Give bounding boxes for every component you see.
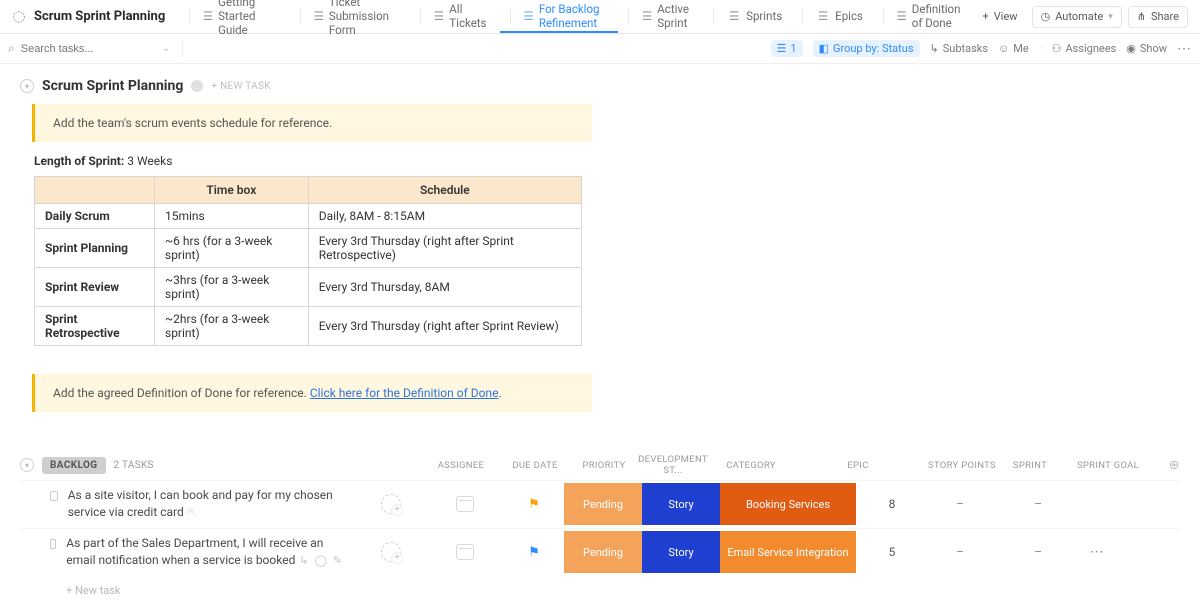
list-icon: ☰ bbox=[816, 9, 830, 23]
tab-active-sprint[interactable]: ☰Active Sprint bbox=[618, 0, 703, 33]
doc-icon: ☰ bbox=[434, 9, 445, 23]
col-sp[interactable]: STORY POINTS bbox=[926, 460, 998, 471]
category-tag[interactable]: Story bbox=[642, 531, 720, 573]
dev-status-tag[interactable]: Pending bbox=[564, 531, 642, 573]
subtask-icon[interactable]: ↳ bbox=[299, 554, 308, 567]
person-icon: ☺ bbox=[998, 42, 1009, 55]
settings-gear-icon[interactable] bbox=[10, 8, 28, 26]
list-icon: ☰ bbox=[727, 9, 741, 23]
tab-getting-started-guide[interactable]: ☰Getting Started Guide bbox=[179, 0, 290, 33]
col-epic[interactable]: EPIC bbox=[790, 460, 926, 471]
tab-sprints[interactable]: ☰Sprints bbox=[703, 0, 792, 33]
share-icon: ⋔ bbox=[1137, 10, 1146, 23]
collapse-list-icon[interactable]: ▾ bbox=[20, 79, 34, 93]
form-icon: ☰ bbox=[314, 9, 324, 23]
search-input[interactable] bbox=[21, 43, 131, 55]
subtasks-toggle[interactable]: ↳Subtasks bbox=[930, 42, 989, 55]
filter-pill[interactable]: ☰ 1 bbox=[771, 40, 803, 57]
checkbox[interactable] bbox=[50, 491, 58, 501]
callout-schedule: Add the team's scrum events schedule for… bbox=[32, 104, 592, 142]
sprint-cell[interactable]: – bbox=[928, 531, 992, 573]
epic-tag[interactable]: Email Service Integration bbox=[720, 531, 856, 573]
priority-flag-icon[interactable]: ⚑ bbox=[528, 545, 540, 560]
checkbox[interactable] bbox=[50, 539, 56, 549]
add-column-icon[interactable]: ⊕ bbox=[1154, 458, 1180, 473]
dev-status-tag[interactable]: Pending bbox=[564, 483, 642, 525]
groupby-pill[interactable]: ◧ Group by: Status bbox=[813, 40, 920, 57]
collapse-group-icon[interactable]: ▾ bbox=[20, 458, 34, 472]
add-view-button[interactable]: +View bbox=[975, 6, 1026, 28]
task-count: 2 TASKS bbox=[114, 460, 154, 471]
sprint-goal-cell[interactable]: – bbox=[992, 531, 1084, 573]
tab-definition-of-done[interactable]: ☰Definition of Done bbox=[873, 0, 975, 33]
sprint-length: Length of Sprint: 3 Weeks bbox=[34, 154, 1180, 168]
category-tag[interactable]: Story bbox=[642, 483, 720, 525]
tab-all-tickets[interactable]: ☰All Tickets bbox=[410, 0, 500, 33]
col-assignee[interactable]: ASSIGNEE bbox=[426, 460, 496, 471]
people-icon: ⚇ bbox=[1052, 42, 1062, 55]
new-task-top-button[interactable]: + NEW TASK bbox=[211, 81, 270, 92]
story-points[interactable]: 8 bbox=[856, 483, 928, 525]
show-toggle[interactable]: ◉Show bbox=[1126, 42, 1167, 55]
tab-ticket-submission-form[interactable]: ☰Ticket Submission Form bbox=[290, 0, 410, 33]
tag-icon[interactable]: ◯ bbox=[315, 554, 327, 567]
open-icon[interactable]: ⇱ bbox=[188, 506, 197, 519]
page-title: Scrum Sprint Planning bbox=[32, 9, 173, 24]
sprint-cell[interactable]: – bbox=[928, 483, 992, 525]
doc-icon: ☰ bbox=[896, 9, 906, 23]
automate-button[interactable]: ◷ Automate ▾ bbox=[1032, 6, 1122, 28]
epic-tag[interactable]: Booking Services bbox=[720, 483, 856, 525]
group-badge[interactable]: BACKLOG bbox=[42, 457, 106, 474]
doc-icon: ☰ bbox=[203, 9, 213, 23]
task-row[interactable]: As a site visitor, I can book and pay fo… bbox=[20, 480, 1180, 528]
share-button[interactable]: ⋔ Share bbox=[1128, 6, 1188, 28]
assignee-placeholder-icon[interactable] bbox=[381, 494, 401, 514]
eye-icon: ◉ bbox=[1126, 42, 1136, 55]
col-due[interactable]: DUE DATE bbox=[496, 460, 574, 471]
list-icon: ☰ bbox=[524, 9, 534, 23]
tab-for-backlog-refinement[interactable]: ☰For Backlog Refinement bbox=[500, 0, 618, 33]
me-filter[interactable]: ☺Me bbox=[998, 42, 1029, 55]
col-prio[interactable]: PRIORITY bbox=[574, 460, 634, 471]
events-table: Time boxSchedule Daily Scrum15minsDaily,… bbox=[34, 176, 582, 346]
search-chevron-icon[interactable]: ⌄ bbox=[162, 43, 170, 54]
col-goal[interactable]: SPRINT GOAL bbox=[1062, 460, 1154, 471]
task-name[interactable]: As part of the Sales Department, I will … bbox=[66, 536, 323, 567]
new-task-bottom-button[interactable]: + New task bbox=[20, 576, 1180, 605]
sprint-goal-cell[interactable]: – bbox=[992, 483, 1084, 525]
duedate-placeholder-icon[interactable] bbox=[456, 544, 474, 560]
story-points[interactable]: 5 bbox=[856, 531, 928, 573]
priority-flag-icon[interactable]: ⚑ bbox=[528, 497, 540, 512]
assignees-filter[interactable]: ⚇Assignees bbox=[1052, 42, 1117, 55]
dod-link[interactable]: Click here for the Definition of Done bbox=[310, 386, 499, 400]
subtasks-icon: ↳ bbox=[930, 42, 939, 55]
automate-icon: ◷ bbox=[1041, 10, 1051, 23]
info-icon[interactable] bbox=[191, 80, 203, 92]
edit-icon[interactable]: ✎ bbox=[333, 554, 342, 567]
assignee-placeholder-icon[interactable] bbox=[381, 542, 401, 562]
list-icon: ☰ bbox=[642, 9, 652, 23]
task-name[interactable]: As a site visitor, I can book and pay fo… bbox=[68, 488, 333, 519]
chevron-down-icon: ▾ bbox=[1108, 12, 1113, 22]
more-menu-icon[interactable]: ⋯ bbox=[1177, 41, 1192, 57]
search-icon: ⌕ bbox=[8, 41, 15, 56]
callout-dod: Add the agreed Definition of Done for re… bbox=[32, 374, 592, 412]
tab-epics[interactable]: ☰Epics bbox=[792, 0, 873, 33]
plus-icon: + bbox=[983, 10, 989, 23]
filter-icon: ☰ bbox=[777, 42, 787, 55]
col-cat[interactable]: CATEGORY bbox=[712, 460, 790, 471]
col-sprint[interactable]: SPRINT bbox=[998, 460, 1062, 471]
task-row[interactable]: As part of the Sales Department, I will … bbox=[20, 528, 1180, 576]
row-more-icon[interactable]: ⋯ bbox=[1090, 544, 1105, 560]
list-title: Scrum Sprint Planning bbox=[42, 78, 183, 94]
group-icon: ◧ bbox=[819, 42, 829, 55]
col-dev[interactable]: DEVELOPMENT ST... bbox=[634, 454, 712, 476]
duedate-placeholder-icon[interactable] bbox=[456, 496, 474, 512]
